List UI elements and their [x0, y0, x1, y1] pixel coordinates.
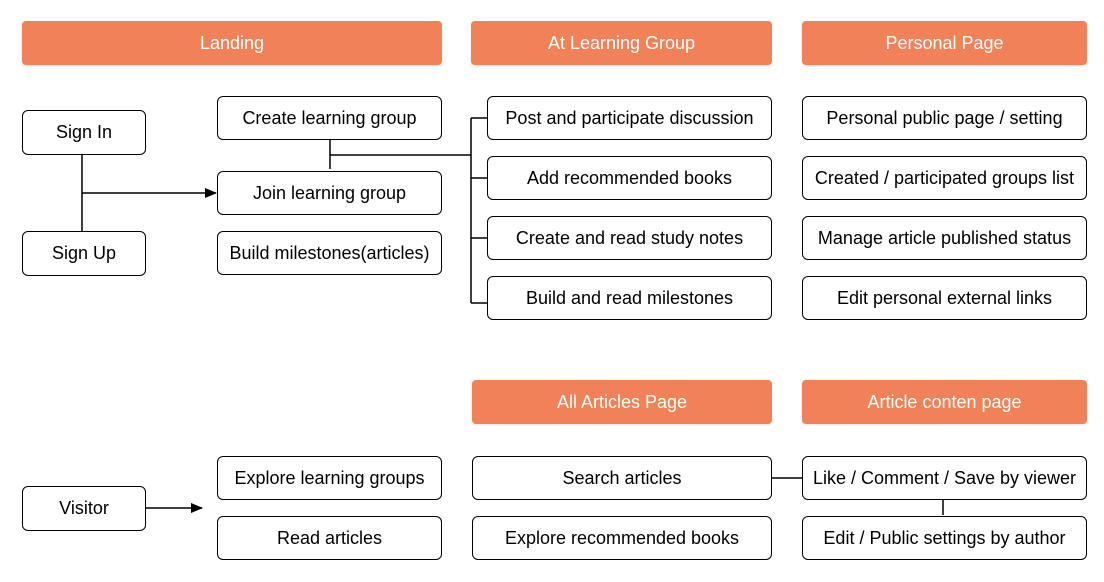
group-milestones-box: Build and read milestones [487, 276, 772, 320]
external-links-box: Edit personal external links [802, 276, 1087, 320]
like-comment-save-box: Like / Comment / Save by viewer [802, 456, 1087, 500]
sign-in-box: Sign In [22, 110, 146, 155]
edit-public-settings-box: Edit / Public settings by author [802, 516, 1087, 560]
join-learning-group-box: Join learning group [217, 171, 442, 215]
explore-groups-box: Explore learning groups [217, 456, 442, 500]
explore-books-box: Explore recommended books [472, 516, 772, 560]
visitor-box: Visitor [22, 486, 146, 531]
article-status-box: Manage article published status [802, 216, 1087, 260]
study-notes-box: Create and read study notes [487, 216, 772, 260]
groups-list-box: Created / participated groups list [802, 156, 1087, 200]
post-discussion-box: Post and participate discussion [487, 96, 772, 140]
create-learning-group-box: Create learning group [217, 96, 442, 140]
add-books-box: Add recommended books [487, 156, 772, 200]
read-articles-box: Read articles [217, 516, 442, 560]
search-articles-box: Search articles [472, 456, 772, 500]
sign-up-box: Sign Up [22, 231, 146, 276]
personal-public-page-box: Personal public page / setting [802, 96, 1087, 140]
build-milestones-box: Build milestones(articles) [217, 231, 442, 275]
